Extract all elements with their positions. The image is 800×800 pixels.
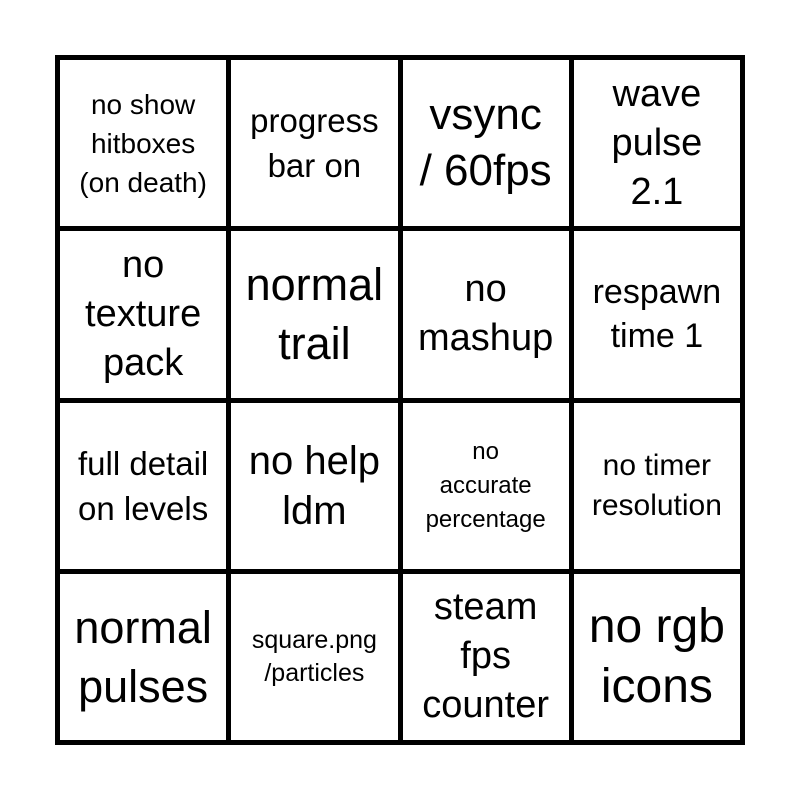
- cell-line: bar on: [267, 147, 362, 185]
- bingo-cell[interactable]: normal trail: [231, 231, 398, 398]
- cell-line: progress: [250, 102, 379, 140]
- cell-line: pack: [102, 341, 184, 384]
- cell-line: pulses: [78, 660, 209, 712]
- cell-line: no: [472, 437, 499, 465]
- cell-line: normal: [245, 259, 384, 311]
- cell-line: mashup: [418, 317, 554, 360]
- cell-line: time 1: [610, 317, 704, 356]
- bingo-cell[interactable]: no texture pack: [60, 231, 227, 398]
- cell-line: percentage: [425, 505, 546, 533]
- cell-line: no show: [90, 88, 196, 120]
- bingo-board: no show hitboxes (on death) progress bar on…: [55, 55, 745, 745]
- cell-line: hitboxes: [90, 127, 196, 159]
- cell-line: / 60fps: [419, 146, 552, 196]
- cell-line: no: [121, 243, 165, 286]
- cell-line: full detail: [78, 444, 209, 482]
- bingo-cell[interactable]: no help ldm: [231, 402, 398, 569]
- cell-line: counter: [422, 684, 549, 727]
- cell-line: (on death): [79, 166, 207, 198]
- bingo-cell[interactable]: no mashup: [402, 231, 569, 398]
- cell-line: no: [464, 268, 507, 311]
- cell-line: icons: [600, 659, 713, 713]
- cell-line: wave: [612, 72, 702, 115]
- cell-line: steam: [433, 586, 538, 629]
- bingo-cell[interactable]: progress bar on: [231, 60, 398, 227]
- cell-line: on levels: [78, 489, 209, 527]
- cell-line: no timer: [602, 448, 712, 482]
- cell-line: /particles: [264, 658, 365, 687]
- cell-line: square.png: [251, 625, 377, 654]
- cell-line: accurate: [439, 471, 532, 499]
- bingo-cell[interactable]: no rgb icons: [573, 573, 740, 740]
- bingo-cell[interactable]: normal pulses: [60, 573, 227, 740]
- cell-line: texture: [85, 292, 202, 335]
- bingo-cell[interactable]: respawn time 1: [573, 231, 740, 398]
- cell-line: fps: [460, 635, 511, 678]
- cell-line: ldm: [282, 488, 347, 533]
- cell-line: 2.1: [630, 170, 684, 213]
- bingo-cell[interactable]: no accurate percentage: [402, 402, 569, 569]
- bingo-cell[interactable]: no show hitboxes (on death): [60, 60, 227, 227]
- bingo-cell[interactable]: vsync / 60fps: [402, 60, 569, 227]
- cell-line: trail: [278, 318, 351, 370]
- cell-line: no rgb: [588, 599, 725, 653]
- cell-line: pulse: [611, 121, 703, 164]
- cell-line: no help: [248, 438, 380, 483]
- cell-line: respawn: [592, 273, 722, 312]
- bingo-cell[interactable]: wave pulse 2.1: [573, 60, 740, 227]
- bingo-cell[interactable]: square.png/particles: [231, 573, 398, 740]
- cell-line: normal: [74, 601, 212, 653]
- cell-line: resolution: [591, 488, 722, 522]
- cell-line: vsync: [429, 90, 542, 140]
- bingo-cell[interactable]: full detail on levels: [60, 402, 227, 569]
- bingo-cell[interactable]: steam fps counter: [402, 573, 569, 740]
- bingo-cell[interactable]: no timer resolution: [573, 402, 740, 569]
